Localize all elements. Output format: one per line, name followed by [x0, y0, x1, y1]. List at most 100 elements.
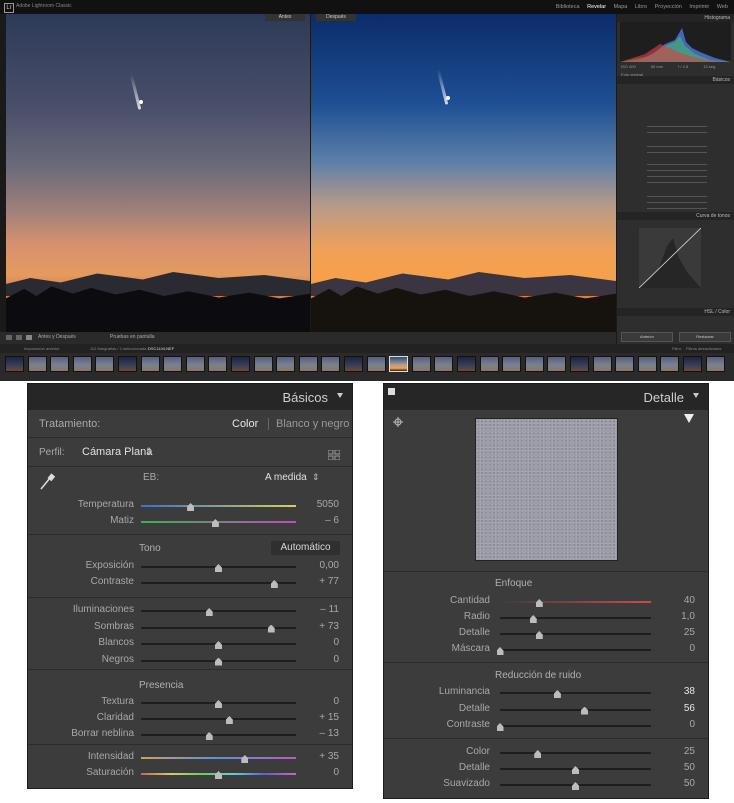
filmstrip-thumbnail[interactable]: [366, 356, 386, 372]
target-adjust-icon[interactable]: [393, 414, 403, 427]
after-photo[interactable]: [311, 14, 616, 332]
module-imprimir[interactable]: Imprimir: [689, 4, 709, 10]
filmstrip-thumbnail[interactable]: [615, 356, 635, 372]
temperatura-slider-track[interactable]: [141, 505, 296, 507]
radio-value[interactable]: 1,0: [655, 611, 695, 622]
texture-slider-mini[interactable]: [647, 196, 707, 197]
filmstrip-thumbnail[interactable]: [683, 356, 702, 372]
saturacion-value[interactable]: 0: [299, 767, 339, 778]
filmstrip-thumbnail[interactable]: [592, 356, 612, 372]
filmstrip-thumbnail[interactable]: [298, 356, 318, 372]
shadows-slider-mini[interactable]: [647, 170, 707, 171]
clarity-slider-mini[interactable]: [647, 202, 707, 203]
collapse-triangle-icon[interactable]: [337, 393, 343, 398]
soft-proof-label[interactable]: Pruebas en pantalla: [110, 334, 154, 340]
detalle-value[interactable]: 56: [655, 703, 695, 714]
whites-slider-mini[interactable]: [647, 176, 707, 177]
module-proyeccion[interactable]: Proyección: [655, 4, 682, 10]
module-mapa[interactable]: Mapa: [614, 4, 628, 10]
profile-dropdown-arrows-icon[interactable]: ⇕: [145, 446, 153, 457]
detail-panel-header[interactable]: Detalle: [384, 384, 708, 410]
treatment-bw-option[interactable]: Blanco y negro: [276, 418, 349, 430]
module-libro[interactable]: Libro: [635, 4, 647, 10]
basic-panel-header[interactable]: Básicos: [28, 384, 352, 410]
reset-button[interactable]: Restaurar: [679, 332, 731, 342]
intensidad-slider-track[interactable]: [141, 757, 296, 759]
matiz-value[interactable]: – 6: [299, 515, 339, 526]
filmstrip-thumbnail[interactable]: [570, 356, 589, 372]
view-mode-label[interactable]: Antes y Después: [38, 334, 76, 340]
tint-slider-mini[interactable]: [647, 132, 707, 133]
filmstrip-thumbnail[interactable]: [502, 356, 522, 372]
panel-switch-icon[interactable]: [388, 388, 395, 395]
filmstrip-thumbnail[interactable]: [434, 356, 454, 372]
iluminaciones-value[interactable]: – 11: [299, 604, 339, 615]
exposure-slider-mini[interactable]: [647, 146, 707, 147]
cantidad-slider-track[interactable]: [500, 601, 651, 603]
exposicion-value[interactable]: 0,00: [299, 560, 339, 571]
detalle-slider-track[interactable]: [500, 708, 651, 711]
previous-button[interactable]: Anterior: [621, 332, 673, 342]
warning-triangle-icon[interactable]: [684, 414, 694, 423]
filmstrip-thumbnail[interactable]: [389, 356, 409, 372]
highlights-slider-mini[interactable]: [647, 164, 707, 165]
module-web[interactable]: Web: [717, 4, 728, 10]
tone-curve-header[interactable]: Curva de tonos: [617, 212, 734, 220]
treatment-color-option[interactable]: Color: [232, 418, 258, 430]
filmstrip-thumbnail[interactable]: [524, 356, 544, 372]
wb-dropdown[interactable]: A medida: [265, 472, 307, 483]
mascara-slider-track[interactable]: [500, 649, 651, 651]
filmstrip-thumbnail[interactable]: [344, 356, 363, 372]
wb-dropdown-arrows-icon[interactable]: ⇕: [312, 472, 320, 483]
filmstrip-thumbnail[interactable]: [253, 356, 273, 372]
histogram-header[interactable]: Histograma: [617, 14, 734, 22]
profile-dropdown[interactable]: Cámara Plana: [82, 446, 152, 458]
color-value[interactable]: 25: [655, 746, 695, 757]
contrast-slider-mini[interactable]: [647, 152, 707, 153]
hsl-header[interactable]: HSL / Color: [617, 308, 734, 316]
claridad-slider-track[interactable]: [141, 718, 296, 720]
filmstrip-thumbnail[interactable]: [140, 356, 160, 372]
eyedropper-icon[interactable]: [39, 473, 56, 491]
contraste-value[interactable]: + 77: [299, 576, 339, 587]
filmstrip-thumbnail[interactable]: [208, 356, 228, 372]
detalle-value[interactable]: 25: [655, 627, 695, 638]
tone-curve-graph[interactable]: [639, 228, 701, 288]
auto-button[interactable]: Automático: [271, 541, 340, 555]
claridad-value[interactable]: + 15: [299, 712, 339, 723]
filmstrip-thumbnail[interactable]: [27, 356, 47, 372]
suavizado-value[interactable]: 50: [655, 778, 695, 789]
basic-header[interactable]: Básicos: [617, 76, 734, 84]
filmstrip-thumbnail[interactable]: [479, 356, 499, 372]
profile-browser-grid-icon[interactable]: [327, 447, 341, 461]
luminancia-slider-track[interactable]: [500, 692, 651, 694]
negros-value[interactable]: 0: [299, 654, 339, 665]
filmstrip-thumbnail[interactable]: [5, 356, 24, 372]
filmstrip-thumbnail[interactable]: [185, 356, 205, 372]
filmstrip-thumbnail[interactable]: [163, 356, 183, 372]
borrar-neblina-value[interactable]: – 13: [299, 728, 339, 739]
intensidad-value[interactable]: + 35: [299, 751, 339, 762]
temp-slider-mini[interactable]: [647, 126, 707, 127]
blancos-value[interactable]: 0: [299, 637, 339, 648]
cantidad-value[interactable]: 40: [655, 595, 695, 606]
radio-slider-track[interactable]: [500, 617, 651, 619]
filter-value[interactable]: Filtros desactivados: [686, 346, 721, 351]
luminancia-value[interactable]: 38: [655, 686, 695, 697]
filmstrip-thumbnail[interactable]: [72, 356, 92, 372]
grid-icon[interactable]: [16, 335, 22, 340]
mascara-value[interactable]: 0: [655, 643, 695, 654]
filmstrip-thumbnail[interactable]: [321, 356, 341, 372]
filmstrip-thumbnail[interactable]: [276, 356, 296, 372]
detail-preview[interactable]: [475, 418, 618, 561]
temperatura-value[interactable]: 5050: [299, 499, 339, 510]
contraste-slider-track[interactable]: [500, 725, 651, 727]
filmstrip-thumbnail[interactable]: [411, 356, 431, 372]
filmstrip-thumbnail[interactable]: [457, 356, 476, 372]
filmstrip-thumbnail[interactable]: [50, 356, 70, 372]
dehaze-slider-mini[interactable]: [647, 208, 707, 209]
collapse-triangle-icon[interactable]: [693, 393, 699, 398]
module-biblioteca[interactable]: Biblioteca: [556, 4, 580, 10]
source-label[interactable]: Importación anterior: [24, 346, 60, 351]
filmstrip-thumbnail[interactable]: [637, 356, 657, 372]
